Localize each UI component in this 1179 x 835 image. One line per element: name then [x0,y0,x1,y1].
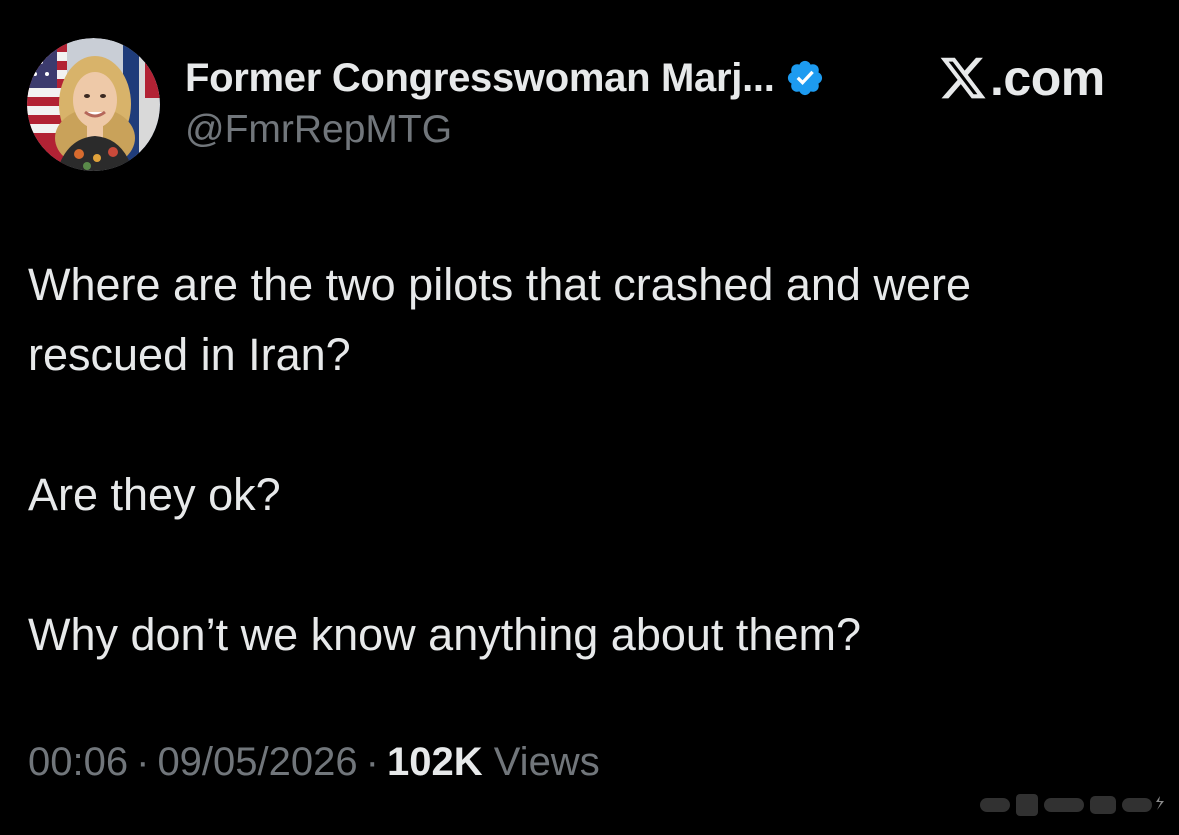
tweet-time[interactable]: 00:06 [28,740,128,784]
brand-logo: .com [938,50,1105,106]
author-avatar[interactable] [27,38,160,171]
author-handle[interactable]: @FmrRepMTG [185,108,452,152]
views-count: 102K [386,740,483,784]
tweet-metadata: 00:06 · 09/05/2026 · 102K Views [28,740,600,785]
tweet-paragraph: Why don’t we know anything about them? [28,609,861,660]
author-display-name[interactable]: Former Congresswoman Marj... [185,56,775,101]
views-label: Views [493,740,600,784]
author-name-row: Former Congresswoman Marj... [185,52,825,104]
avatar-image [27,38,160,171]
tweet-text: Where are the two pilots that crashed an… [28,250,1138,670]
brand-domain-text: .com [990,50,1105,106]
watermark-logo [970,788,1170,822]
tweet-date[interactable]: 09/05/2026 [157,740,357,784]
x-logo-icon [938,53,988,103]
tweet-card: Former Congresswoman Marj... @FmrRepMTG … [0,0,1179,835]
separator-dot: · [365,740,379,784]
tweet-paragraph: Are they ok? [28,469,281,520]
tweet-paragraph: Where are the two pilots that crashed an… [28,259,972,380]
verified-badge-icon[interactable] [785,58,825,98]
separator-dot: · [136,740,150,784]
